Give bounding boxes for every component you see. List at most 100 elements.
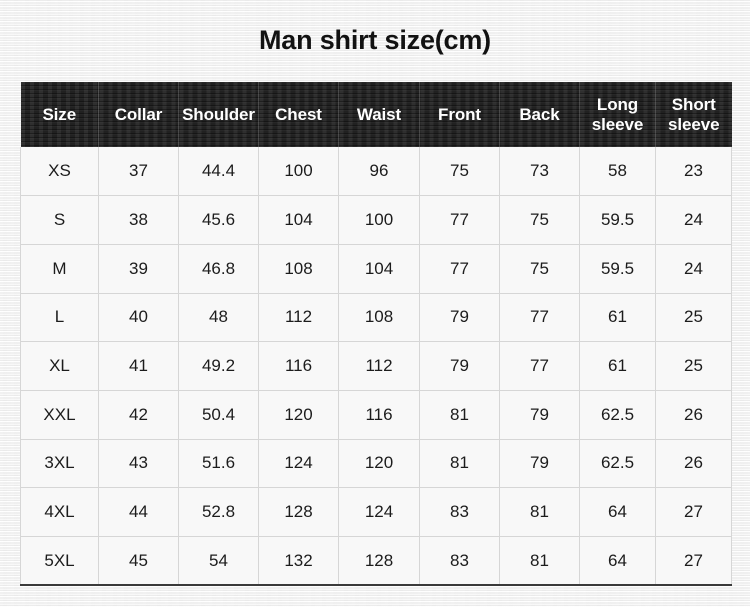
measurement-cell: 128 <box>258 487 339 537</box>
column-header-front: Front <box>419 82 500 147</box>
measurement-cell: 58 <box>579 147 656 197</box>
size-label-cell: 5XL <box>20 536 99 586</box>
column-header-back: Back <box>499 82 580 147</box>
measurement-cell: 44.4 <box>178 147 259 197</box>
measurement-cell: 116 <box>338 390 420 440</box>
measurement-cell: 52.8 <box>178 487 259 537</box>
measurement-cell: 77 <box>419 195 500 245</box>
measurement-cell: 61 <box>579 293 656 343</box>
measurement-cell: 25 <box>655 293 732 343</box>
measurement-cell: 59.5 <box>579 195 656 245</box>
table-row: L 40 48 112 108 79 77 61 25 <box>20 293 732 343</box>
measurement-cell: 26 <box>655 439 732 489</box>
measurement-cell: 77 <box>499 341 580 391</box>
measurement-cell: 100 <box>258 147 339 197</box>
measurement-cell: 49.2 <box>178 341 259 391</box>
table-row: 5XL 45 54 132 128 83 81 64 27 <box>20 536 732 586</box>
measurement-cell: 41 <box>98 341 179 391</box>
size-table-container: Size Collar Shoulder Chest Waist Front Back Lon… <box>20 82 732 587</box>
table-body: XS 37 44.4 100 96 75 73 58 23 S 38 45.6 104 100 77 75 59… <box>20 147 732 586</box>
measurement-cell: 40 <box>98 293 179 343</box>
column-header-short-sleeve: Short sleeve <box>655 82 732 147</box>
measurement-cell: 48 <box>178 293 259 343</box>
measurement-cell: 81 <box>419 439 500 489</box>
measurement-cell: 54 <box>178 536 259 586</box>
measurement-cell: 81 <box>499 536 580 586</box>
measurement-cell: 75 <box>419 147 500 197</box>
measurement-cell: 116 <box>258 341 339 391</box>
measurement-cell: 24 <box>655 195 732 245</box>
measurement-cell: 24 <box>655 244 732 294</box>
measurement-cell: 128 <box>338 536 420 586</box>
measurement-cell: 46.8 <box>178 244 259 294</box>
measurement-cell: 75 <box>499 244 580 294</box>
measurement-cell: 79 <box>419 341 500 391</box>
measurement-cell: 27 <box>655 536 732 586</box>
size-label-cell: L <box>20 293 99 343</box>
table-row: 4XL 44 52.8 128 124 83 81 64 27 <box>20 487 732 537</box>
measurement-cell: 27 <box>655 487 732 537</box>
measurement-cell: 104 <box>338 244 420 294</box>
measurement-cell: 79 <box>419 293 500 343</box>
size-table: Size Collar Shoulder Chest Waist Front Back Lon… <box>20 82 732 587</box>
column-header-long-sleeve: Long sleeve <box>579 82 656 147</box>
measurement-cell: 77 <box>419 244 500 294</box>
measurement-cell: 64 <box>579 487 656 537</box>
measurement-cell: 104 <box>258 195 339 245</box>
table-header: Size Collar Shoulder Chest Waist Front Back Lon… <box>20 82 732 147</box>
measurement-cell: 120 <box>338 439 420 489</box>
page-title: Man shirt size(cm) <box>259 25 491 55</box>
measurement-cell: 45 <box>98 536 179 586</box>
size-label-cell: 4XL <box>20 487 99 537</box>
measurement-cell: 124 <box>338 487 420 537</box>
column-header-shoulder: Shoulder <box>178 82 259 147</box>
measurement-cell: 38 <box>98 195 179 245</box>
column-header-collar: Collar <box>98 82 179 147</box>
size-label-cell: XS <box>20 147 99 197</box>
table-row: XS 37 44.4 100 96 75 73 58 23 <box>20 147 732 197</box>
measurement-cell: 43 <box>98 439 179 489</box>
measurement-cell: 79 <box>499 439 580 489</box>
size-label-cell: XL <box>20 341 99 391</box>
measurement-cell: 96 <box>338 147 420 197</box>
measurement-cell: 61 <box>579 341 656 391</box>
size-label-cell: 3XL <box>20 439 99 489</box>
measurement-cell: 51.6 <box>178 439 259 489</box>
measurement-cell: 83 <box>419 536 500 586</box>
measurement-cell: 108 <box>258 244 339 294</box>
measurement-cell: 100 <box>338 195 420 245</box>
measurement-cell: 37 <box>98 147 179 197</box>
measurement-cell: 50.4 <box>178 390 259 440</box>
size-label-cell: M <box>20 244 99 294</box>
column-header-chest: Chest <box>258 82 339 147</box>
measurement-cell: 44 <box>98 487 179 537</box>
measurement-cell: 77 <box>499 293 580 343</box>
measurement-cell: 81 <box>419 390 500 440</box>
measurement-cell: 112 <box>338 341 420 391</box>
table-row: 3XL 43 51.6 124 120 81 79 62.5 26 <box>20 439 732 489</box>
table-row: S 38 45.6 104 100 77 75 59.5 24 <box>20 195 732 245</box>
measurement-cell: 62.5 <box>579 439 656 489</box>
measurement-cell: 83 <box>419 487 500 537</box>
size-label-cell: XXL <box>20 390 99 440</box>
table-row: XXL 42 50.4 120 116 81 79 62.5 26 <box>20 390 732 440</box>
measurement-cell: 23 <box>655 147 732 197</box>
table-header-row: Size Collar Shoulder Chest Waist Front Back Lon… <box>20 82 732 147</box>
measurement-cell: 25 <box>655 341 732 391</box>
measurement-cell: 120 <box>258 390 339 440</box>
column-header-size: Size <box>20 82 99 147</box>
measurement-cell: 132 <box>258 536 339 586</box>
measurement-cell: 42 <box>98 390 179 440</box>
measurement-cell: 45.6 <box>178 195 259 245</box>
size-label-cell: S <box>20 195 99 245</box>
table-row: M 39 46.8 108 104 77 75 59.5 24 <box>20 244 732 294</box>
measurement-cell: 59.5 <box>579 244 656 294</box>
measurement-cell: 124 <box>258 439 339 489</box>
measurement-cell: 64 <box>579 536 656 586</box>
measurement-cell: 112 <box>258 293 339 343</box>
measurement-cell: 79 <box>499 390 580 440</box>
table-row: XL 41 49.2 116 112 79 77 61 25 <box>20 341 732 391</box>
measurement-cell: 108 <box>338 293 420 343</box>
measurement-cell: 62.5 <box>579 390 656 440</box>
column-header-waist: Waist <box>338 82 420 147</box>
